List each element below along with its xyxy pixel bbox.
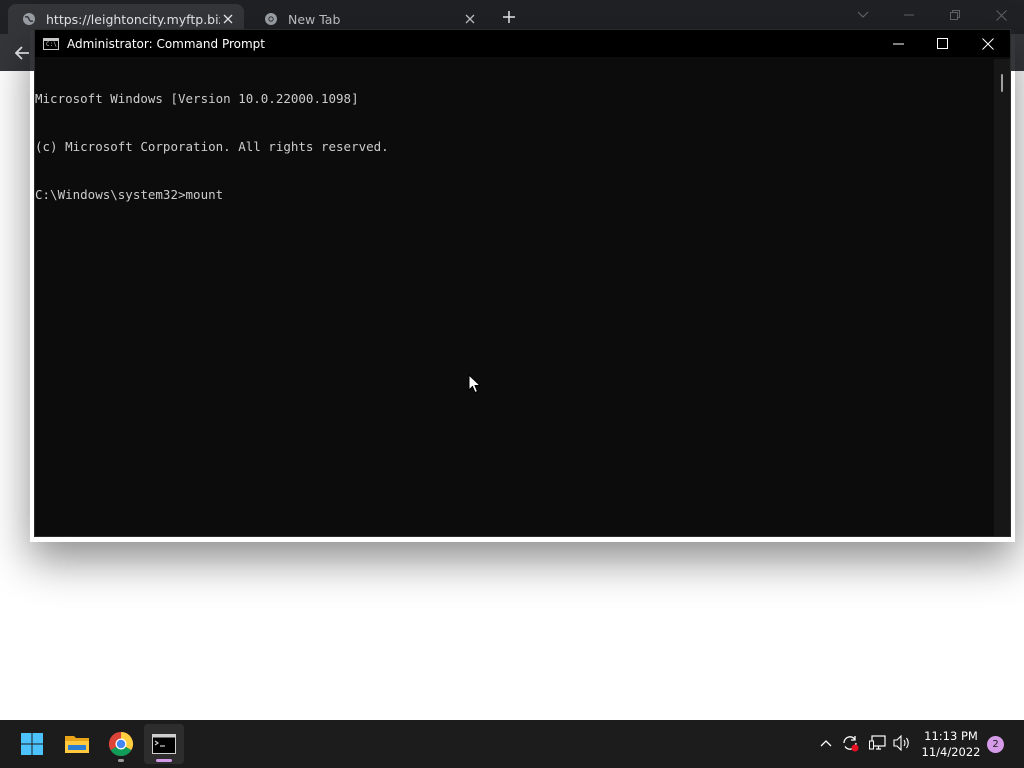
clock[interactable]: 11:13 PM 11/4/2022 <box>916 728 986 760</box>
close-tab-icon[interactable] <box>220 11 236 27</box>
chrome-icon <box>265 13 277 25</box>
plus-icon <box>503 11 515 23</box>
cmd-close-button[interactable] <box>965 30 1011 57</box>
cmd-title-bar[interactable]: C:\ Administrator: Command Prompt <box>35 30 1010 57</box>
browser-restore-button[interactable] <box>932 0 978 30</box>
mouse-cursor-icon <box>468 374 482 394</box>
chevron-up-icon <box>820 740 832 747</box>
console-line: Microsoft Windows [Version 10.0.22000.10… <box>35 91 359 106</box>
windows-start-icon <box>21 733 43 755</box>
restore-icon <box>950 10 960 20</box>
arrow-left-icon <box>14 46 29 60</box>
network-button[interactable] <box>867 732 889 754</box>
terminal-taskbar-button[interactable] <box>144 724 184 764</box>
sync-status-button[interactable] <box>839 732 861 754</box>
taskbar: 11:13 PM 11/4/2022 <box>0 720 1024 768</box>
minimize-icon <box>904 14 914 16</box>
chrome-icon <box>108 732 134 757</box>
chevron-down-icon <box>857 11 869 18</box>
maximize-icon <box>936 38 948 49</box>
cmd-maximize-button[interactable] <box>919 30 965 57</box>
command-prompt-window[interactable]: C:\ Administrator: Command Prompt Micros… <box>34 29 1011 537</box>
tab-title: https://leightoncity.myftp.biz/ad <box>46 11 220 27</box>
network-icon <box>869 735 886 750</box>
minimize-icon <box>892 43 904 44</box>
volume-button[interactable] <box>891 732 913 754</box>
tab-search-button[interactable] <box>840 0 886 30</box>
browser-close-button[interactable] <box>978 0 1024 30</box>
command-prompt-icon: C:\ <box>43 37 59 50</box>
window-title: Administrator: Command Prompt <box>67 36 265 51</box>
close-icon <box>995 9 1007 21</box>
start-button[interactable] <box>12 724 52 764</box>
notification-badge[interactable]: 2 <box>987 736 1004 753</box>
running-indicator <box>118 759 124 762</box>
clock-date: 11/4/2022 <box>921 745 981 759</box>
tab-title: New Tab <box>288 11 341 27</box>
console-line: (c) Microsoft Corporation. All rights re… <box>35 139 389 154</box>
close-tab-icon[interactable] <box>462 11 478 27</box>
sync-icon <box>843 736 859 752</box>
volume-icon <box>893 735 909 751</box>
close-icon <box>982 37 994 50</box>
clock-time: 11:13 PM <box>924 729 978 743</box>
active-indicator <box>156 759 172 762</box>
browser-minimize-button[interactable] <box>886 0 932 30</box>
show-hidden-icons-button[interactable] <box>815 732 837 754</box>
file-explorer-button[interactable] <box>57 724 97 764</box>
scrollbar-thumb[interactable] <box>1001 74 1003 92</box>
terminal-icon <box>152 734 176 754</box>
globe-icon <box>23 13 35 25</box>
scrollbar[interactable] <box>994 59 1010 536</box>
cmd-minimize-button[interactable] <box>875 30 921 57</box>
new-tab-button[interactable] <box>498 6 520 28</box>
chrome-taskbar-button[interactable] <box>101 724 141 764</box>
console-output[interactable]: Microsoft Windows [Version 10.0.22000.10… <box>35 59 994 536</box>
file-explorer-icon <box>65 736 89 753</box>
console-input-line[interactable]: C:\Windows\system32>mount <box>35 187 994 203</box>
